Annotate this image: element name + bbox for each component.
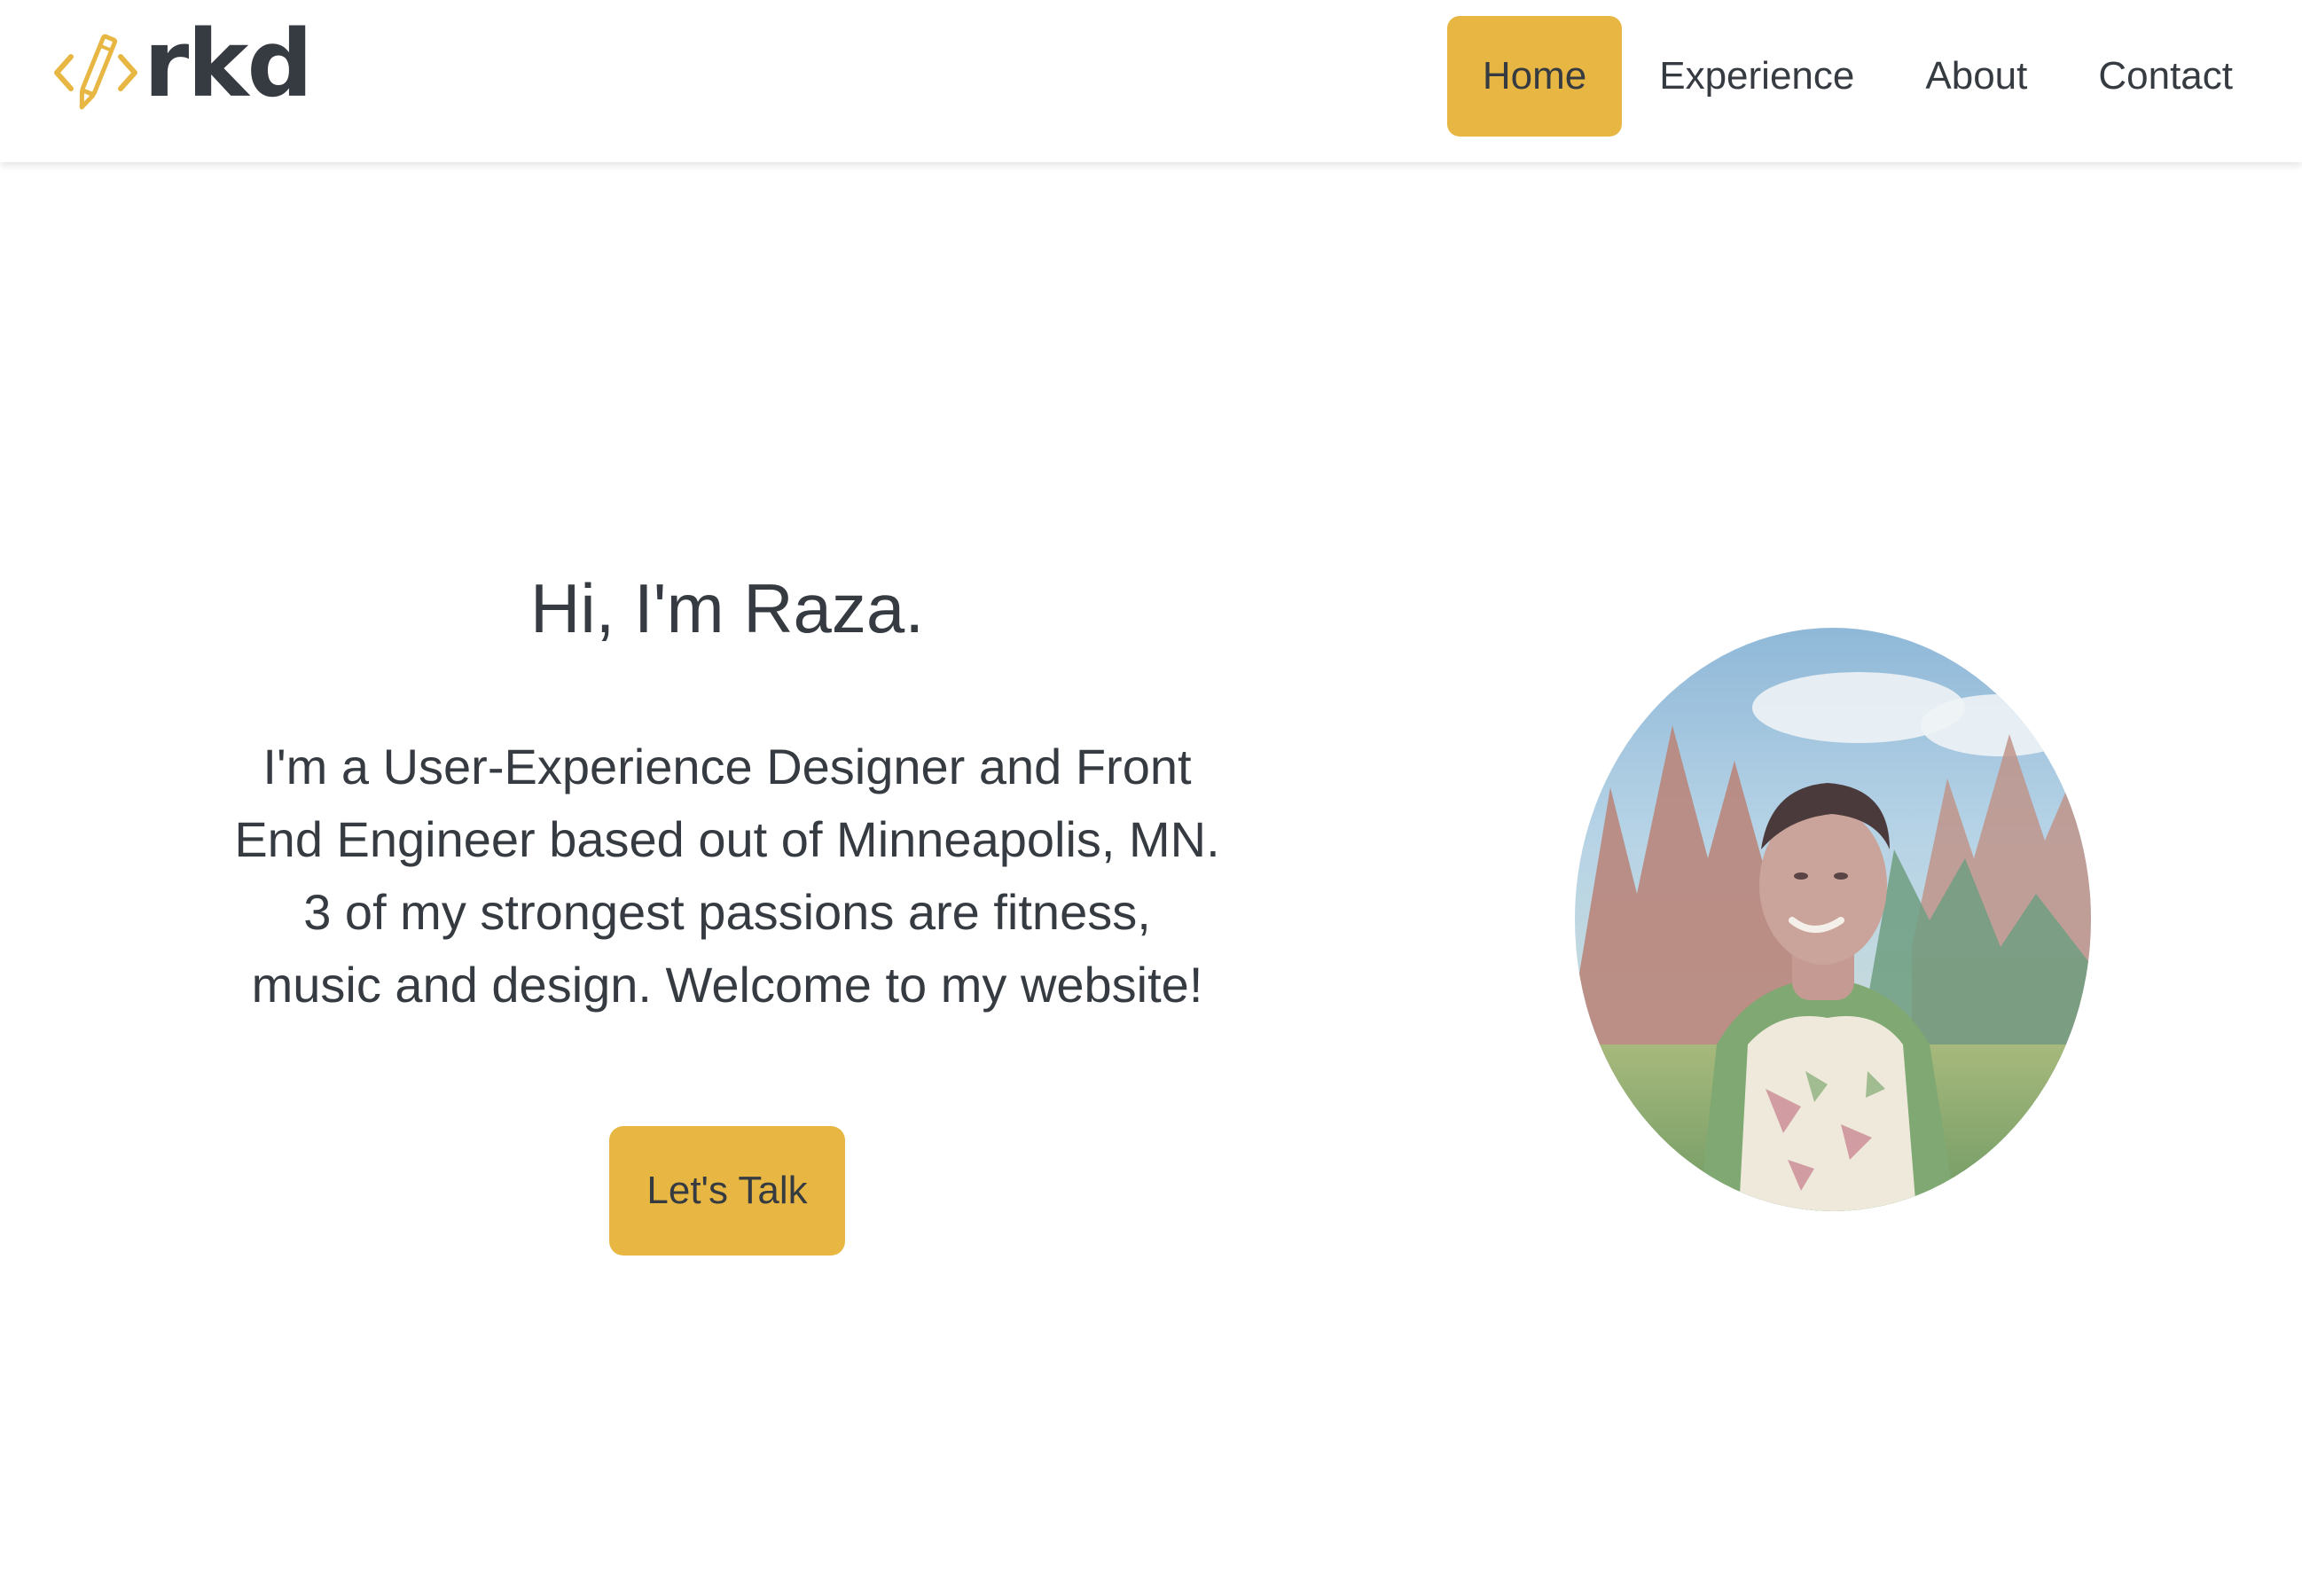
logo-text: rkd	[144, 10, 313, 118]
nav-contact[interactable]: Contact	[2064, 16, 2267, 137]
lets-talk-button[interactable]: Let's Talk	[609, 1125, 845, 1256]
hero-title: Hi, I'm Raza.	[530, 569, 924, 647]
nav-about[interactable]: About	[1891, 16, 2061, 137]
hero-description-line: I'm a User-Experience Designer and Front	[262, 738, 1192, 794]
hero-text-block: Hi, I'm Raza. I'm a User-Experience Desi…	[186, 567, 1268, 1256]
profile-photo	[1575, 628, 2091, 1211]
site-header: rkd Home Experience About Contact	[0, 0, 2302, 162]
hero-description-line: End Engineer based out of Minneapolis, M…	[234, 810, 1220, 867]
site-logo[interactable]: rkd	[53, 18, 313, 115]
hero-description-line: music and design. Welcome to my website!	[251, 956, 1203, 1013]
code-pencil-icon	[54, 34, 137, 110]
hero-description-line: 3 of my strongest passions are fitness,	[303, 883, 1151, 940]
profile-photo-illustration	[1575, 628, 2091, 1211]
hero-description: I'm a User-Experience Designer and Front…	[195, 731, 1259, 1021]
nav-experience[interactable]: Experience	[1625, 16, 1888, 137]
nav-home[interactable]: Home	[1446, 16, 1623, 137]
main-nav: Home Experience About Contact	[1444, 16, 2267, 137]
